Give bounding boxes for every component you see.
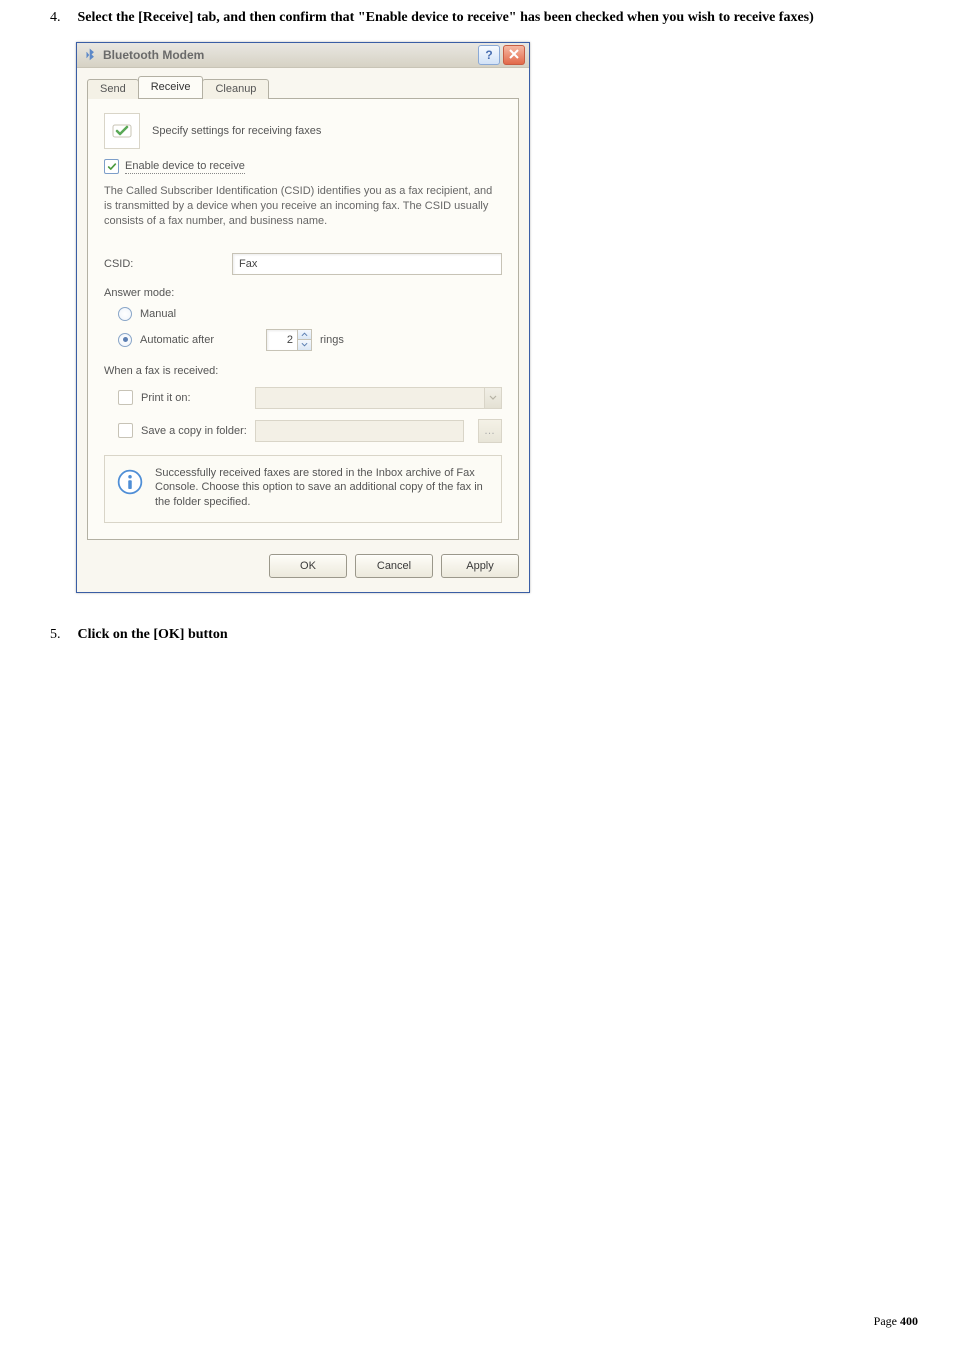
enable-device-row: Enable device to receive xyxy=(104,159,502,174)
close-icon xyxy=(509,48,519,62)
tab-strip: Send Receive Cleanup xyxy=(87,76,519,98)
page-label: Page xyxy=(874,1314,897,1328)
info-frame: Successfully received faxes are stored i… xyxy=(104,455,502,524)
help-button[interactable]: ? xyxy=(478,45,500,65)
tab-cleanup-label: Cleanup xyxy=(215,83,256,95)
spinner-arrows xyxy=(297,330,311,350)
specify-settings-row: Specify settings for receiving faxes xyxy=(104,113,502,149)
enable-device-checkbox[interactable] xyxy=(104,159,119,174)
spinner-down[interactable] xyxy=(297,339,311,350)
step-5-number: 5. xyxy=(50,627,74,643)
manual-radio-row: Manual xyxy=(118,307,502,321)
print-it-checkbox[interactable] xyxy=(118,390,133,405)
rings-value: 2 xyxy=(267,330,297,350)
step-5-text: Click on the [OK] button xyxy=(78,627,228,642)
rings-label: rings xyxy=(320,334,344,346)
save-copy-label: Save a copy in folder: xyxy=(141,425,247,437)
printer-select[interactable] xyxy=(255,387,502,409)
bluetooth-modem-dialog: Bluetooth Modem ? Send Receive Cleanup xyxy=(76,42,530,593)
answer-mode-label: Answer mode: xyxy=(104,287,502,299)
folder-path-input[interactable] xyxy=(255,420,464,442)
print-it-label: Print it on: xyxy=(141,392,247,404)
fax-device-icon xyxy=(104,113,140,149)
apply-button[interactable]: Apply xyxy=(441,554,519,578)
cancel-button-label: Cancel xyxy=(377,560,411,572)
info-text: Successfully received faxes are stored i… xyxy=(155,466,491,511)
dialog-screenshot: Bluetooth Modem ? Send Receive Cleanup xyxy=(76,42,924,593)
automatic-radio-row: Automatic after 2 rings xyxy=(118,329,502,351)
close-button[interactable] xyxy=(503,45,525,65)
csid-value: Fax xyxy=(239,258,257,270)
automatic-radio-label: Automatic after xyxy=(140,334,214,346)
csid-row: CSID: Fax xyxy=(104,253,502,275)
save-copy-checkbox[interactable] xyxy=(118,423,133,438)
step-4: 4. Select the [Receive] tab, and then co… xyxy=(50,10,924,26)
info-icon xyxy=(115,466,145,511)
titlebar: Bluetooth Modem ? xyxy=(77,43,529,68)
browse-folder-button[interactable]: … xyxy=(478,419,502,443)
csid-description: The Called Subscriber Identification (CS… xyxy=(104,184,502,229)
tab-cleanup[interactable]: Cleanup xyxy=(202,79,269,99)
ellipsis-icon: … xyxy=(484,425,496,437)
dialog-button-row: OK Cancel Apply xyxy=(87,554,519,578)
step-4-text: Select the [Receive] tab, and then confi… xyxy=(78,10,814,25)
csid-input[interactable]: Fax xyxy=(232,253,502,275)
page-footer: Page 400 xyxy=(874,1314,918,1329)
tab-send-label: Send xyxy=(100,83,126,95)
automatic-radio[interactable] xyxy=(118,333,132,347)
csid-label: CSID: xyxy=(104,258,222,270)
tab-receive[interactable]: Receive xyxy=(138,76,204,98)
save-copy-row: Save a copy in folder: … xyxy=(118,419,502,443)
specify-settings-label: Specify settings for receiving faxes xyxy=(152,125,321,137)
apply-button-label: Apply xyxy=(466,560,494,572)
chevron-down-icon xyxy=(484,388,501,408)
manual-radio-label: Manual xyxy=(140,308,176,320)
tab-send[interactable]: Send xyxy=(87,79,139,99)
document-page: 4. Select the [Receive] tab, and then co… xyxy=(0,0,954,1351)
tab-receive-label: Receive xyxy=(151,81,191,93)
step-4-number: 4. xyxy=(50,10,74,26)
receive-tab-panel: Specify settings for receiving faxes Ena… xyxy=(87,98,519,540)
manual-radio[interactable] xyxy=(118,307,132,321)
rings-spinner[interactable]: 2 xyxy=(266,329,312,351)
bluetooth-icon xyxy=(83,48,97,62)
print-it-row: Print it on: xyxy=(118,387,502,409)
ok-button-label: OK xyxy=(300,560,316,572)
dialog-body: Send Receive Cleanup Specify settings xyxy=(77,68,529,592)
cancel-button[interactable]: Cancel xyxy=(355,554,433,578)
when-received-label: When a fax is received: xyxy=(104,365,502,377)
page-number: 400 xyxy=(900,1314,918,1328)
enable-device-label: Enable device to receive xyxy=(125,160,245,174)
dialog-title: Bluetooth Modem xyxy=(103,48,475,62)
spinner-up[interactable] xyxy=(297,330,311,340)
ok-button[interactable]: OK xyxy=(269,554,347,578)
help-icon: ? xyxy=(485,48,492,62)
step-5: 5. Click on the [OK] button xyxy=(50,627,924,643)
